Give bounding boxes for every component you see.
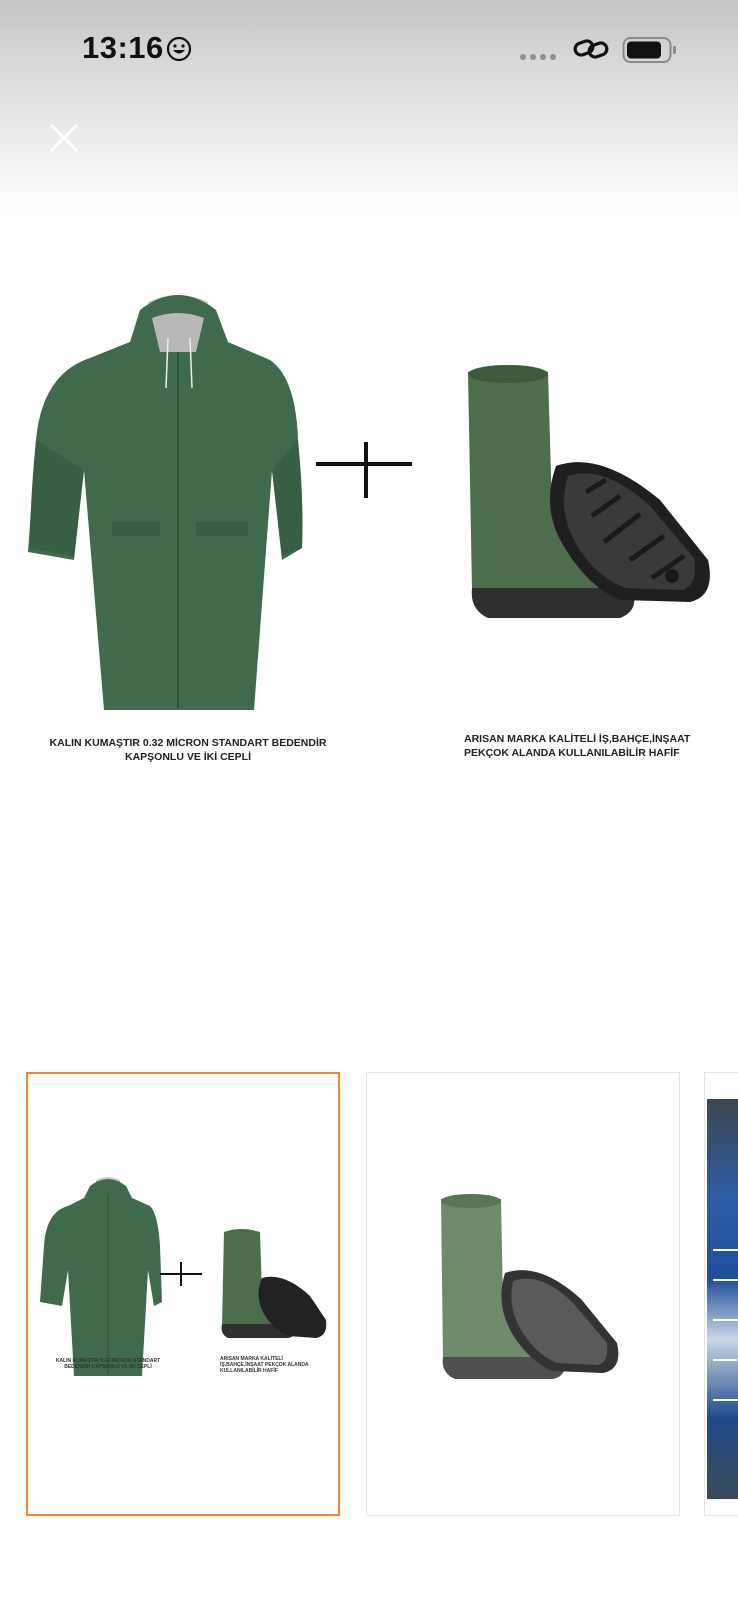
battery-icon bbox=[622, 37, 676, 63]
boots-caption: ARISAN MARKA KALİTELİ İŞ,BAHÇE,İNŞAAT PE… bbox=[464, 733, 691, 759]
thumbnail-1-image bbox=[40, 1177, 327, 1376]
close-button[interactable] bbox=[42, 116, 86, 160]
raincoat-image bbox=[28, 295, 303, 710]
viewer-header: 13:16 bbox=[0, 0, 738, 215]
thumbnail-3[interactable] bbox=[704, 1072, 738, 1516]
thumbnail-2[interactable] bbox=[366, 1072, 680, 1516]
main-product-image[interactable] bbox=[0, 260, 738, 780]
thumbnail-1[interactable]: KALIN KUMAŞTIR 0.32 MİCRON STANDART BEDE… bbox=[26, 1072, 340, 1516]
close-icon bbox=[50, 124, 78, 152]
thumbnail-3-image bbox=[707, 1099, 738, 1499]
product-image-viewer: 13:16 KALIN KUMAŞTIR 0.32 MİCRON STANDAR… bbox=[0, 0, 738, 1600]
thumbnail-1-caption-right: ARISAN MARKA KALİTELİ İŞ,BAHÇE,İNŞAAT PE… bbox=[220, 1356, 309, 1374]
thumbnail-2-image bbox=[441, 1194, 619, 1379]
signal-icon bbox=[520, 54, 556, 60]
status-time: 13:16 bbox=[82, 30, 164, 65]
thumbnail-1-caption-left: KALIN KUMAŞTIR 0.32 MİCRON STANDART BEDE… bbox=[55, 1358, 161, 1370]
link-icon bbox=[573, 39, 609, 59]
rubber-boots-image bbox=[468, 365, 710, 618]
plus-sign bbox=[316, 442, 412, 498]
raincoat-caption: KALIN KUMAŞTIR 0.32 MİCRON STANDART BEDE… bbox=[49, 737, 327, 763]
smiling-face-icon bbox=[166, 36, 192, 62]
